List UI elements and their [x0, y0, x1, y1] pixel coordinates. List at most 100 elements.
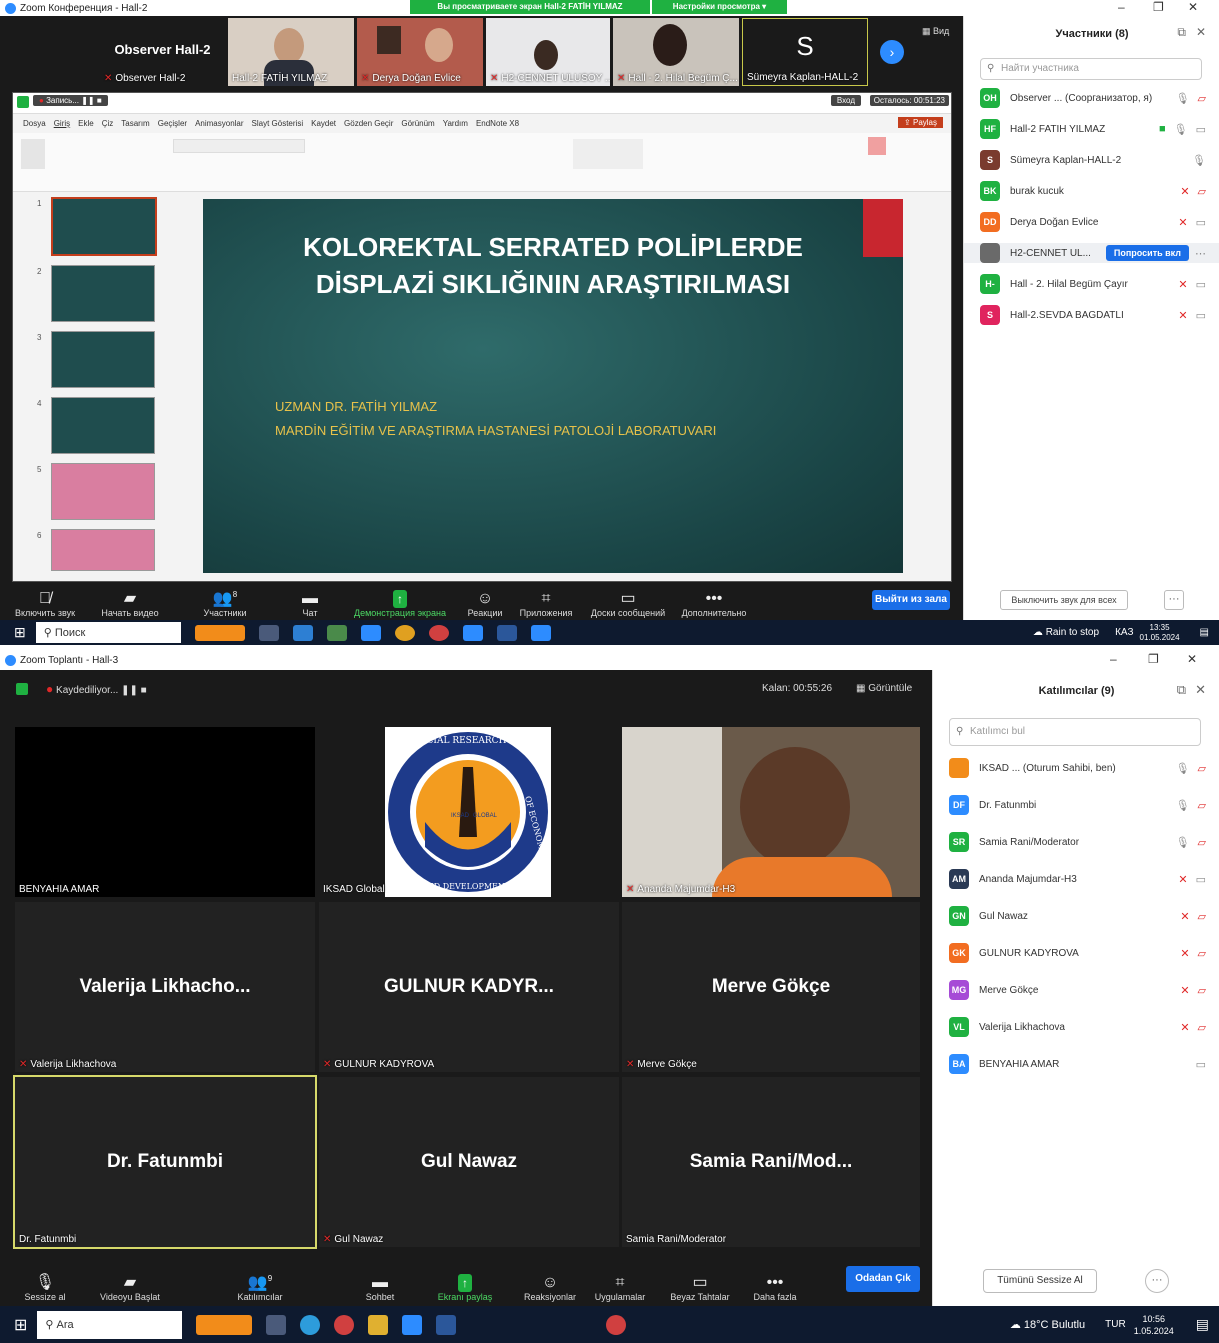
login-button[interactable]: Вход: [830, 95, 861, 106]
ribbon-tab[interactable]: Kaydet: [311, 119, 336, 128]
popout-icon[interactable]: ⧉: [1177, 25, 1186, 40]
current-slide[interactable]: KOLOREKTAL SERRATED POLİPLERDE DİSPLAZİ …: [203, 199, 903, 573]
video-tile-gulnur[interactable]: GULNUR KADYR... ✕ GULNUR KADYROVA: [319, 902, 619, 1072]
video-tile-iksad[interactable]: IKSAD GLOBAL SOCIAL RESEARCH ★ INSTITUTE…: [319, 727, 619, 897]
ribbon-tab[interactable]: Animasyonlar: [195, 119, 243, 128]
windows-start-icon[interactable]: ⊞: [14, 1315, 27, 1335]
participant-row[interactable]: OH Observer ... (Соорганизатор, я) 🎙 ▱: [964, 88, 1219, 108]
video-tile-gul[interactable]: Gul Nawaz ✕ Gul Nawaz: [319, 1077, 619, 1247]
language-indicator[interactable]: КАЗ: [1115, 627, 1133, 638]
slide-thumbnail[interactable]: [51, 397, 155, 454]
slide-thumbnail[interactable]: [51, 463, 155, 520]
clock[interactable]: 10:56 1.05.2024: [1134, 1313, 1174, 1337]
chrome-alt-icon[interactable]: [606, 1314, 627, 1335]
video-tile-samia[interactable]: Samia Rani/Mod... Samia Rani/Moderator: [622, 1077, 920, 1247]
reactions-button[interactable]: ☺ Reaksiyonlar: [520, 1258, 580, 1302]
recording-indicator[interactable]: ● Kaydediliyor... ❚❚ ■: [46, 682, 147, 696]
ribbon-tab[interactable]: EndNote X8: [476, 119, 519, 128]
gallery-tile-cennet[interactable]: ✕ H2-CENNET ULUSOY ...: [486, 18, 610, 86]
file-explorer-icon[interactable]: [292, 624, 313, 641]
notifications-icon[interactable]: ▤: [1200, 627, 1209, 638]
ribbon-tab[interactable]: Gözden Geçir: [344, 119, 393, 128]
next-page-icon[interactable]: ›: [880, 40, 904, 64]
close-icon[interactable]: ✕: [1187, 652, 1197, 666]
chrome-icon[interactable]: [334, 1314, 355, 1335]
flowers-widget-icon[interactable]: [194, 624, 245, 641]
gallery-tile-hilal[interactable]: ✕ Hall - 2. Hilal Begüm Ç...: [613, 18, 739, 86]
gallery-tile-fatih[interactable]: Hall-2 FATİH YILMAZ: [228, 18, 354, 86]
participant-row[interactable]: S Sümeyra Kaplan-HALL-2 🎙: [964, 150, 1219, 170]
video-tile-fatunmbi[interactable]: Dr. Fatunmbi Dr. Fatunmbi: [13, 1075, 317, 1249]
word-icon[interactable]: [436, 1314, 457, 1335]
reactions-button[interactable]: ☺ Реакции: [460, 582, 510, 618]
leave-room-button[interactable]: Выйти из зала: [872, 590, 950, 610]
ribbon-tab[interactable]: Dosya: [23, 119, 46, 128]
participant-row[interactable]: DF Dr. Fatunmbi 🎙 ▱: [933, 795, 1219, 815]
shapes-gallery[interactable]: [573, 139, 643, 169]
participant-row[interactable]: MG Merve Gökçe ✕ ▱: [933, 980, 1219, 1000]
slide-thumbnail[interactable]: [51, 529, 155, 571]
more-button[interactable]: ••• Daha fazla: [740, 1258, 810, 1302]
view-button[interactable]: ▦ Görüntüle: [856, 683, 912, 694]
zoom-taskbar-icon[interactable]: [402, 1314, 423, 1335]
participant-row[interactable]: AM Ananda Majumdar-H3 ✕ ▭: [933, 869, 1219, 889]
share-screen-button[interactable]: ↑ Ekranı paylaş: [410, 1258, 520, 1302]
participants-button[interactable]: 👥8 Участники: [170, 582, 280, 618]
file-explorer-icon[interactable]: [368, 1314, 389, 1335]
language-indicator[interactable]: TUR: [1105, 1319, 1126, 1330]
video-tile-merve[interactable]: Merve Gökçe ✕ Merve Gökçe: [622, 902, 920, 1072]
taskbar-search[interactable]: ⚲ Поиск: [35, 622, 181, 643]
participant-row[interactable]: BA BENYAHIA AMAR ▭: [933, 1054, 1219, 1074]
close-icon[interactable]: ✕: [1188, 0, 1198, 14]
participant-row[interactable]: IKSAD ... (Oturum Sahibi, ben) 🎙 ▱: [933, 758, 1219, 778]
taskbar-search[interactable]: ⚲ Ara: [37, 1310, 183, 1339]
word-icon[interactable]: [496, 624, 517, 641]
participants-button[interactable]: 👥9 Katılımcılar: [170, 1258, 350, 1302]
ribbon-tab[interactable]: Yardım: [443, 119, 468, 128]
mute-button[interactable]: 🎙 Sessize al: [0, 1258, 90, 1302]
unmute-button[interactable]: 🎙̸ Включить звук: [0, 582, 90, 618]
participant-row[interactable]: GK GULNUR KADYROVA ✕ ▱: [933, 943, 1219, 963]
participant-row[interactable]: SR Samia Rani/Moderator 🎙 ▱: [933, 832, 1219, 852]
whiteboard-button[interactable]: ▭ Доски сообщений: [582, 582, 674, 618]
share-screen-button[interactable]: ↑ Демонстрация экрана: [340, 582, 460, 618]
ribbon-tab[interactable]: Görünüm: [401, 119, 434, 128]
participant-row[interactable]: S Hall-2.SEVDA BAGDATLI ✕ ▭: [964, 305, 1219, 325]
start-video-button[interactable]: ▰ Videoyu Başlat: [90, 1258, 170, 1302]
mute-all-button[interactable]: Tümünü Sessize Al: [983, 1269, 1097, 1293]
weather-widget[interactable]: ☁ 18°C Bulutlu: [1010, 1318, 1085, 1331]
participant-search-input[interactable]: ⚲ Найти участника: [980, 58, 1202, 80]
participant-row[interactable]: H2-CENNET UL... Попросить вкл ⋯: [964, 243, 1219, 263]
start-video-button[interactable]: ▰ Начать видео: [90, 582, 170, 618]
designer-icon[interactable]: [868, 137, 886, 155]
participant-search-input[interactable]: ⚲ Katılımcı bul: [949, 718, 1201, 746]
maximize-icon[interactable]: ❐: [1148, 652, 1159, 666]
windows-start-icon[interactable]: ⊞: [14, 624, 26, 641]
slide-thumbnail[interactable]: [51, 265, 155, 322]
ribbon-tab[interactable]: Giriş: [54, 119, 70, 128]
ribbon-tab[interactable]: Tasarım: [121, 119, 149, 128]
apps-button[interactable]: ⌗ Uygulamalar: [580, 1258, 660, 1302]
clock[interactable]: 13:35 01.05.2024: [1140, 623, 1180, 643]
view-options-button[interactable]: Настройки просмотра ▾: [652, 0, 787, 14]
more-options-icon[interactable]: ···: [1145, 1269, 1169, 1293]
chat-button[interactable]: ▬ Sohbet: [350, 1258, 410, 1302]
apps-button[interactable]: ⌗ Приложения: [510, 582, 582, 618]
view-button[interactable]: ▦ Вид: [922, 26, 949, 37]
slide-thumbnail[interactable]: [51, 197, 157, 256]
paste-icon[interactable]: [21, 139, 45, 169]
ribbon-tab[interactable]: Slayt Gösterisi: [252, 119, 304, 128]
chrome-alt-icon[interactable]: [428, 624, 449, 641]
slide-thumbnail[interactable]: [51, 331, 155, 388]
participant-row[interactable]: BK burak kucuk ✕ ▱: [964, 181, 1219, 201]
participant-row[interactable]: HF Hall-2 FATİH YILMAZ ■ 🎙 ▭: [964, 119, 1219, 139]
participant-row[interactable]: DD Derya Doğan Evlice ✕ ▭: [964, 212, 1219, 232]
close-panel-icon[interactable]: ✕: [1195, 682, 1206, 698]
task-view-icon[interactable]: [258, 624, 279, 641]
more-button[interactable]: ••• Дополнительно: [674, 582, 754, 618]
more-options-icon[interactable]: ···: [1164, 590, 1184, 610]
task-view-icon[interactable]: [266, 1314, 287, 1335]
video-tile-ananda[interactable]: ✕ Ananda Majumdar-H3: [622, 727, 920, 897]
chat-button[interactable]: ▬ Чат: [280, 582, 340, 618]
edge-icon[interactable]: [300, 1314, 321, 1335]
